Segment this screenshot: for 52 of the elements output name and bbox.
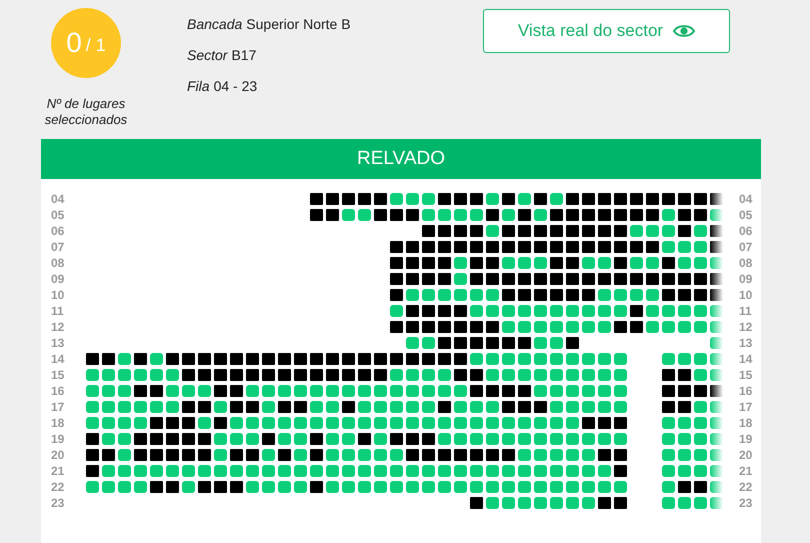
row-label: 18 (739, 416, 754, 430)
row-label: 07 (51, 240, 66, 254)
info-value: Superior Norte B (246, 16, 351, 32)
row-label: 14 (739, 352, 754, 366)
row-label: 17 (51, 400, 66, 414)
row-label: 11 (739, 304, 753, 318)
row-label: 15 (739, 368, 754, 382)
row-label: 19 (739, 432, 754, 446)
row-label: 22 (51, 480, 66, 494)
row-label: 13 (51, 336, 66, 350)
info-value: 04 - 23 (214, 78, 258, 94)
total-count: / 1 (86, 34, 106, 56)
selected-count: 0 (66, 27, 82, 59)
row-label: 04 (739, 192, 754, 206)
row-label: 11 (51, 304, 65, 318)
row-label: 16 (739, 384, 754, 398)
row-label: 16 (51, 384, 66, 398)
info-label: Fila (187, 78, 210, 94)
row-label: 12 (51, 320, 66, 334)
row-label: 07 (739, 240, 754, 254)
row-label: 08 (739, 256, 754, 270)
row-label: 05 (51, 208, 66, 222)
eye-icon (673, 24, 696, 38)
info-value: B17 (231, 47, 256, 63)
row-label: 23 (51, 496, 66, 510)
row-label: 09 (739, 272, 754, 286)
row-label: 21 (51, 464, 66, 478)
row-label: 19 (51, 432, 66, 446)
info-label: Sector (187, 47, 228, 63)
row-label: 12 (739, 320, 754, 334)
row-label: 05 (739, 208, 754, 222)
row-label: 15 (51, 368, 66, 382)
row-label: 06 (739, 224, 754, 238)
row-label: 10 (51, 288, 66, 302)
row-label: 13 (739, 336, 754, 350)
row-label: 09 (51, 272, 66, 286)
info-label: Bancada (187, 16, 242, 32)
row-label: 17 (739, 400, 754, 414)
row-label: 21 (739, 464, 754, 478)
row-label: 10 (739, 288, 754, 302)
row-label: 06 (51, 224, 66, 238)
row-label: 20 (739, 448, 754, 462)
row-label: 23 (739, 496, 754, 510)
counter-caption: Nº de lugares seleccionados (44, 96, 128, 128)
row-label: 22 (739, 480, 754, 494)
view-sector-button[interactable]: Vista real do sector (483, 9, 730, 53)
row-label: 20 (51, 448, 66, 462)
row-label: 08 (51, 256, 66, 270)
row-label: 04 (51, 192, 66, 206)
row-label: 18 (51, 416, 66, 430)
pitch-banner: RELVADO (41, 139, 761, 179)
row-label: 14 (51, 352, 66, 366)
